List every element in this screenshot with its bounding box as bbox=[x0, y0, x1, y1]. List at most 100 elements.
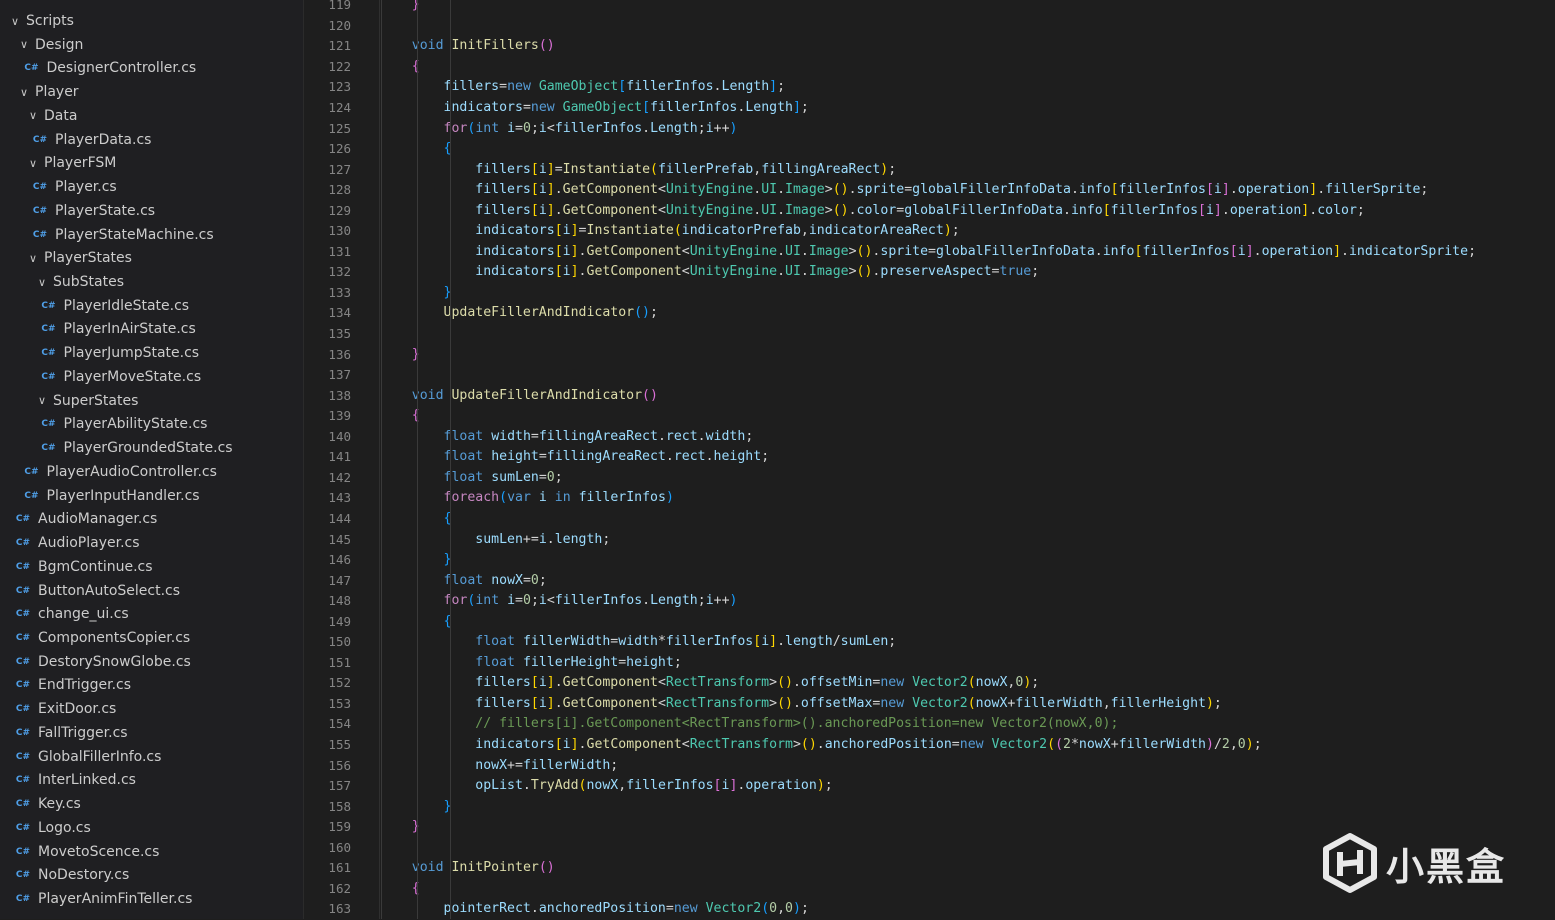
code-token: i bbox=[761, 634, 770, 650]
code-line[interactable]: opList.TryAdd(nowX,fillerInfos[i].operat… bbox=[381, 776, 832, 797]
file-item[interactable]: C# Logo.cs bbox=[0, 816, 303, 839]
code-line[interactable]: float nowX=0; bbox=[381, 571, 547, 592]
file-item[interactable]: C# ComponentsCopier.cs bbox=[0, 626, 303, 649]
file-item[interactable]: C# InterLinked.cs bbox=[0, 769, 303, 792]
file-item[interactable]: C# change_ui.cs bbox=[0, 603, 303, 626]
code-token: () bbox=[832, 202, 849, 218]
code-line[interactable]: } bbox=[381, 0, 420, 16]
code-line[interactable]: float height=fillingAreaRect.rect.height… bbox=[381, 447, 770, 468]
file-item[interactable]: C# ButtonAutoSelect.cs bbox=[0, 579, 303, 602]
code-line[interactable]: fillers[i].GetComponent<RectTransform>()… bbox=[381, 694, 1222, 715]
code-token: new bbox=[880, 675, 905, 691]
code-token: . bbox=[578, 264, 587, 280]
file-item[interactable]: C# AudioPlayer.cs bbox=[0, 532, 303, 555]
folder-item[interactable]: ∨ SuperStates bbox=[0, 389, 303, 412]
code-line[interactable]: indicators[i].GetComponent<UnityEngine.U… bbox=[381, 262, 1039, 283]
code-token: fillerInfos bbox=[554, 120, 643, 136]
folder-item[interactable]: ∨ SubStates bbox=[0, 271, 303, 294]
file-item[interactable]: C# Key.cs bbox=[0, 793, 303, 816]
chevron-down-icon[interactable]: ∨ bbox=[26, 109, 40, 122]
file-item[interactable]: C# NoDestory.cs bbox=[0, 864, 303, 887]
chevron-down-icon[interactable]: ∨ bbox=[17, 38, 31, 51]
chevron-down-icon[interactable]: ∨ bbox=[26, 252, 40, 265]
code-token: = bbox=[618, 654, 627, 670]
file-item[interactable]: C# PlayerJumpState.cs bbox=[0, 342, 303, 365]
file-item[interactable]: C# DesignerController.cs bbox=[0, 57, 303, 80]
code-line[interactable]: indicators[i]=Instantiate(indicatorPrefa… bbox=[381, 221, 959, 242]
file-item[interactable]: C# FallTrigger.cs bbox=[0, 721, 303, 744]
chevron-down-icon[interactable]: ∨ bbox=[26, 157, 40, 170]
file-item[interactable]: C# ExitDoor.cs bbox=[0, 698, 303, 721]
folder-item[interactable]: ∨ Scripts bbox=[0, 10, 303, 33]
code-line[interactable]: UpdateFillerAndIndicator(); bbox=[381, 303, 658, 324]
code-line[interactable]: sumLen+=i.length; bbox=[381, 530, 610, 551]
file-item[interactable]: C# GlobalFillerInfo.cs bbox=[0, 745, 303, 768]
code-line[interactable]: for(int i=0;i<fillerInfos.Length;i++) bbox=[381, 591, 738, 612]
chevron-down-icon[interactable]: ∨ bbox=[17, 86, 31, 99]
folder-item[interactable]: ∨ PlayerStates bbox=[0, 247, 303, 270]
chevron-down-icon[interactable]: ∨ bbox=[35, 394, 49, 407]
code-line[interactable]: { bbox=[381, 879, 420, 900]
code-token: UI bbox=[785, 264, 801, 280]
code-line[interactable]: } bbox=[381, 345, 420, 366]
code-token: ( bbox=[761, 901, 770, 917]
file-item[interactable]: C# PlayerAnimFinTeller.cs bbox=[0, 888, 303, 911]
file-item[interactable]: C# PlayerGroundedState.cs bbox=[0, 437, 303, 460]
code-line[interactable]: pointerRect.anchoredPosition=new Vector2… bbox=[381, 899, 809, 919]
code-line[interactable]: fillers=new GameObject[fillerInfos.Lengt… bbox=[381, 77, 786, 98]
folder-item[interactable]: ∨ Data bbox=[0, 104, 303, 127]
code-line[interactable]: void InitPointer() bbox=[381, 858, 555, 879]
code-token: , bbox=[777, 901, 786, 917]
code-line[interactable]: fillers[i].GetComponent<RectTransform>()… bbox=[381, 673, 1039, 694]
file-item[interactable]: C# PlayerInAirState.cs bbox=[0, 318, 303, 341]
code-line[interactable]: indicators[i].GetComponent<RectTransform… bbox=[381, 735, 1261, 756]
csharp-file-icon: C# bbox=[15, 775, 31, 786]
file-item[interactable]: C# PlayerAbilityState.cs bbox=[0, 413, 303, 436]
folder-item[interactable]: ∨ PlayerFSM bbox=[0, 152, 303, 175]
file-item[interactable]: C# BgmContinue.cs bbox=[0, 555, 303, 578]
file-item[interactable]: C# PlayerStateMachine.cs bbox=[0, 223, 303, 246]
file-item[interactable]: C# EndTrigger.cs bbox=[0, 674, 303, 697]
chevron-down-icon[interactable]: ∨ bbox=[8, 15, 22, 28]
file-item[interactable]: C# PlayerMoveState.cs bbox=[0, 365, 303, 388]
code-line[interactable]: { bbox=[381, 406, 420, 427]
code-line[interactable]: void InitFillers() bbox=[381, 36, 555, 57]
code-line[interactable]: void UpdateFillerAndIndicator() bbox=[381, 386, 658, 407]
code-line[interactable]: { bbox=[381, 57, 420, 78]
code-line[interactable]: float fillerHeight=height; bbox=[381, 653, 681, 674]
code-line[interactable]: float fillerWidth=width*fillerInfos[i].l… bbox=[381, 632, 896, 653]
code-editor[interactable]: } void InitFillers() { fillers=new GameO… bbox=[381, 0, 1555, 919]
tree-item-label: PlayerInAirState.cs bbox=[63, 321, 196, 338]
code-line[interactable]: fillers[i].GetComponent<UnityEngine.UI.I… bbox=[381, 201, 1365, 222]
csharp-file-icon: C# bbox=[15, 561, 31, 572]
code-token: sumLen bbox=[840, 634, 889, 650]
file-item[interactable]: C# AudioManager.cs bbox=[0, 508, 303, 531]
code-line[interactable]: indicators[i].GetComponent<UnityEngine.U… bbox=[381, 242, 1476, 263]
code-line[interactable]: foreach(var i in fillerInfos) bbox=[381, 488, 674, 509]
file-item[interactable]: C# DestorySnowGlobe.cs bbox=[0, 650, 303, 673]
file-item[interactable]: C# PlayerAudioController.cs bbox=[0, 460, 303, 483]
file-item[interactable]: C# PlayerIdleState.cs bbox=[0, 294, 303, 317]
code-line[interactable]: // fillers[i].GetComponent<RectTransform… bbox=[381, 714, 1118, 735]
folder-item[interactable]: ∨ Design bbox=[0, 33, 303, 56]
folder-item[interactable]: ∨ Player bbox=[0, 81, 303, 104]
file-item[interactable]: C# MovetoScence.cs bbox=[0, 840, 303, 863]
code-line[interactable]: } bbox=[381, 817, 420, 838]
file-item[interactable]: C# PlayerState.cs bbox=[0, 199, 303, 222]
code-token: Instantiate bbox=[562, 161, 651, 177]
code-line[interactable]: fillers[i]=Instantiate(fillerPrefab,fill… bbox=[381, 160, 896, 181]
code-line[interactable]: float width=fillingAreaRect.rect.width; bbox=[381, 427, 754, 448]
file-item[interactable]: C# Player.cs bbox=[0, 176, 303, 199]
code-line[interactable]: indicators=new GameObject[fillerInfos.Le… bbox=[381, 98, 809, 119]
code-line[interactable]: for(int i=0;i<fillerInfos.Length;i++) bbox=[381, 119, 738, 140]
code-token: [ bbox=[530, 675, 539, 691]
file-item[interactable]: C# PlayerInputHandler.cs bbox=[0, 484, 303, 507]
chevron-down-icon[interactable]: ∨ bbox=[35, 276, 49, 289]
code-token: [ bbox=[618, 79, 627, 95]
code-line[interactable]: float sumLen=0; bbox=[381, 468, 563, 489]
code-line[interactable]: fillers[i].GetComponent<UnityEngine.UI.I… bbox=[381, 180, 1428, 201]
file-item[interactable]: C# PlayerData.cs bbox=[0, 128, 303, 151]
